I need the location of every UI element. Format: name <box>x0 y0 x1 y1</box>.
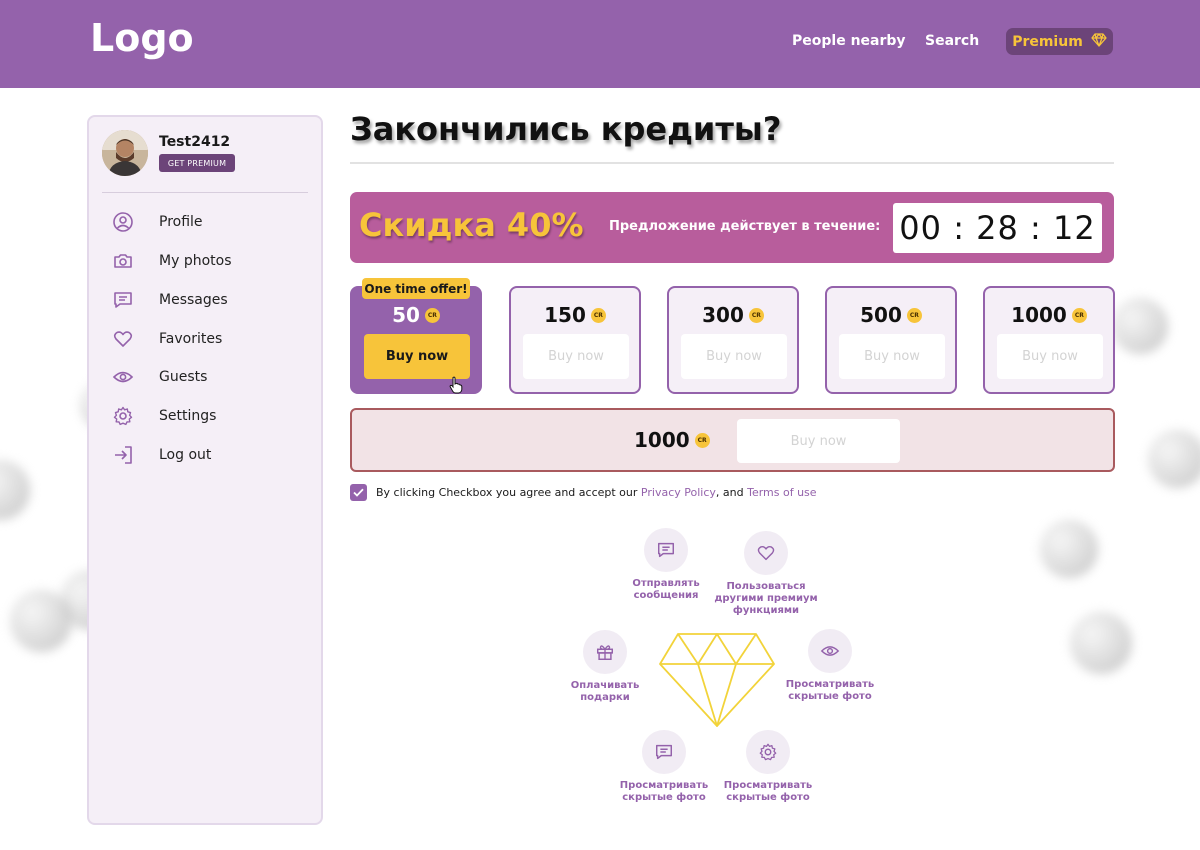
top-header: Logo People nearby Search Premium <box>0 0 1200 88</box>
terms-checkbox[interactable] <box>350 484 367 501</box>
package-amount-row: 150 CR <box>511 303 639 327</box>
eye-icon <box>808 629 852 673</box>
sidebar-item-label: Guests <box>159 369 208 385</box>
buy-now-button[interactable]: Buy now <box>839 334 945 379</box>
feature-label: Просматривать скрытые фото <box>619 780 709 803</box>
feature-label: Просматривать скрытые фото <box>723 780 813 803</box>
credit-coin-icon: CR <box>590 307 606 323</box>
premium-label: Premium <box>1012 33 1083 50</box>
feature-label: Просматривать скрытые фото <box>785 679 875 702</box>
sidebar-item-label: Profile <box>159 214 203 230</box>
gift-icon <box>583 630 627 674</box>
avatar[interactable] <box>102 130 148 176</box>
package-amount: 300 <box>702 303 744 327</box>
package-amount-row: 500 CR <box>827 303 955 327</box>
sidebar-item-label: Messages <box>159 292 228 308</box>
feature-label: Оплачивать подарки <box>570 680 640 703</box>
package-amount-row: 300 CR <box>669 303 797 327</box>
sidebar-item-messages[interactable]: Messages <box>111 286 301 314</box>
credit-package-500: 500 CR Buy now <box>825 286 957 394</box>
credit-coin-icon: CR <box>424 307 440 323</box>
privacy-policy-link[interactable]: Privacy Policy <box>641 486 716 499</box>
terms-row: By clicking Checkbox you agree and accep… <box>350 484 817 501</box>
package-amount-row: 50 CR <box>352 303 480 327</box>
heart-icon <box>744 531 788 575</box>
decorative-ball <box>1148 430 1200 488</box>
gear-icon <box>111 404 135 428</box>
sidebar-item-log-out[interactable]: Log out <box>111 441 301 469</box>
credit-coin-icon: CR <box>1071 307 1087 323</box>
decorative-ball <box>1040 520 1098 578</box>
package-amount: 150 <box>544 303 586 327</box>
sidebar-item-my-photos[interactable]: My photos <box>111 247 301 275</box>
buy-now-button[interactable]: Buy now <box>364 334 470 379</box>
discount-text: Скидка 40% <box>359 206 584 244</box>
feature-label: Пользоваться другими премиум функциями <box>714 581 818 616</box>
offer-validity-text: Предложение действует в течение: <box>609 219 881 234</box>
nav-people-nearby[interactable]: People nearby <box>792 33 906 49</box>
terms-and-text: , and <box>715 486 744 499</box>
diamond-icon <box>658 632 776 732</box>
sidebar-item-profile[interactable]: Profile <box>111 208 301 236</box>
package-amount-row: 1000 CR <box>634 428 710 452</box>
message-icon <box>644 528 688 572</box>
camera-icon <box>111 249 135 273</box>
sidebar: Test2412 GET PREMIUM Profile My photos M… <box>87 115 323 825</box>
eye-icon <box>111 365 135 389</box>
one-time-offer-badge: One time offer! <box>362 278 470 299</box>
diamond-icon <box>1091 32 1107 51</box>
hand-cursor-icon <box>449 376 463 398</box>
credit-coin-icon: CR <box>748 307 764 323</box>
heart-icon <box>111 327 135 351</box>
discount-banner: Скидка 40% Предложение действует в течен… <box>350 192 1114 263</box>
sidebar-item-favorites[interactable]: Favorites <box>111 325 301 353</box>
credit-package-wide: 1000 CR Buy now <box>350 408 1115 472</box>
credit-coin-icon: CR <box>906 307 922 323</box>
sidebar-divider <box>102 192 308 193</box>
message-icon <box>111 288 135 312</box>
decorative-ball <box>10 590 72 652</box>
gear-icon <box>746 730 790 774</box>
page-title: Закончились кредиты? <box>350 110 782 148</box>
package-amount: 500 <box>860 303 902 327</box>
message-icon <box>642 730 686 774</box>
nav-search[interactable]: Search <box>925 33 979 49</box>
credit-coin-icon: CR <box>694 432 710 448</box>
sidebar-item-label: Log out <box>159 447 212 463</box>
sidebar-item-label: My photos <box>159 253 232 269</box>
terms-text-before: By clicking Checkbox you agree and accep… <box>376 486 638 499</box>
credit-package-150: 150 CR Buy now <box>509 286 641 394</box>
title-divider <box>350 162 1114 164</box>
buy-now-button[interactable]: Buy now <box>523 334 629 379</box>
package-amount-row: 1000 CR <box>985 303 1113 327</box>
sidebar-item-label: Settings <box>159 408 217 424</box>
terms-text: By clicking Checkbox you agree and accep… <box>376 486 817 499</box>
logo[interactable]: Logo <box>90 16 194 60</box>
decorative-ball <box>1112 298 1168 354</box>
logout-icon <box>111 443 135 467</box>
credit-package-50: One time offer! 50 CR Buy now <box>350 278 482 394</box>
sidebar-item-guests[interactable]: Guests <box>111 363 301 391</box>
package-amount: 1000 <box>634 428 690 452</box>
buy-now-button[interactable]: Buy now <box>681 334 787 379</box>
buy-now-button[interactable]: Buy now <box>997 334 1103 379</box>
decorative-ball <box>0 460 30 520</box>
sidebar-item-settings[interactable]: Settings <box>111 402 301 430</box>
get-premium-button[interactable]: GET PREMIUM <box>159 154 235 172</box>
credit-package-300: 300 CR Buy now <box>667 286 799 394</box>
user-icon <box>111 210 135 234</box>
terms-of-use-link[interactable]: Terms of use <box>747 486 816 499</box>
sidebar-item-label: Favorites <box>159 331 223 347</box>
decorative-ball <box>1070 612 1132 674</box>
premium-button[interactable]: Premium <box>1006 28 1113 55</box>
buy-now-button[interactable]: Buy now <box>737 419 900 463</box>
username: Test2412 <box>159 134 231 150</box>
package-amount: 50 <box>392 303 420 327</box>
package-amount: 1000 <box>1011 303 1067 327</box>
credit-package-1000: 1000 CR Buy now <box>983 286 1115 394</box>
countdown-timer: 00 : 28 : 12 <box>893 203 1102 253</box>
